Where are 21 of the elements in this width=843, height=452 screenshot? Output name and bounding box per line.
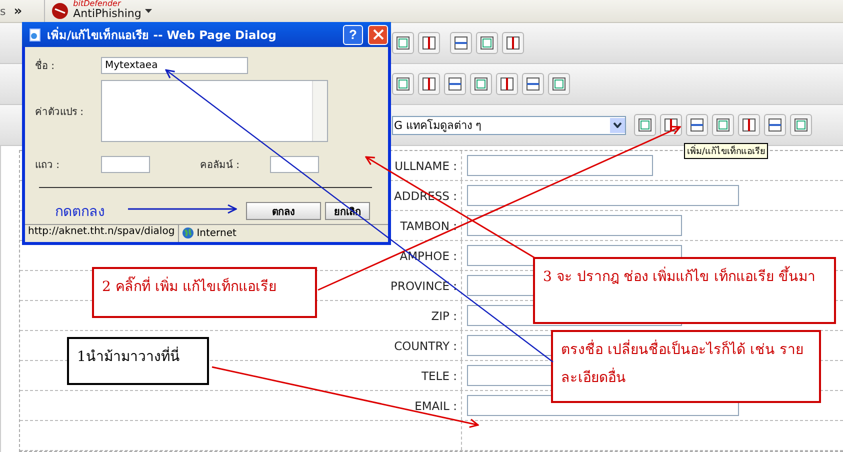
addon-brand: bitDefender [73,0,122,8]
annotation-tooltip: 1นำม้ามาวางที่นี่ [67,337,209,385]
annotation-tooltip: 2 คลิ๊กที่ เพิ่ม แก้ไขเท็กแอเรีย [92,267,317,318]
field-label: ULLNAME : [394,158,457,172]
name-label: ชื่อ : [35,58,101,73]
status-url: http://aknet.tht.n/spav/dialog [25,225,179,242]
columns-label: คอลัมน์ : [200,158,241,172]
annotation-tooltip: ตรงชื่อ เปลี่ยนชื่อเป็นอะไรก็ได้ เช่น รายละเอียดอื่น [551,330,821,403]
field-label: ZIP : [431,308,457,322]
field-label: COUNTRY : [394,338,457,352]
dialog-title: เพิ่ม/แก้ไขเท็กแอเรีย -- Web Page Dialog [47,26,278,44]
annotation-tooltip: 3 จะ ปรากฎ ช่อง เพิ่มแก้ไข เท็กแอเรีย ขึ้นมา [533,257,836,324]
value-label: ค่าตัวแปร : [35,106,85,118]
status-zone: Internet [196,227,236,241]
field-label: EMAIL : [414,398,457,412]
tooltip: เพิ่ม/แก้ไขเท็กแอเรีย [684,143,768,159]
rows-label: แถว : [35,159,61,172]
press-ok-annotation: กดตกลง [54,203,105,222]
field-label: PROVINCE : [390,278,457,292]
toolbar-fragment-text: s [0,4,6,18]
field-label: TELE : [422,368,457,382]
